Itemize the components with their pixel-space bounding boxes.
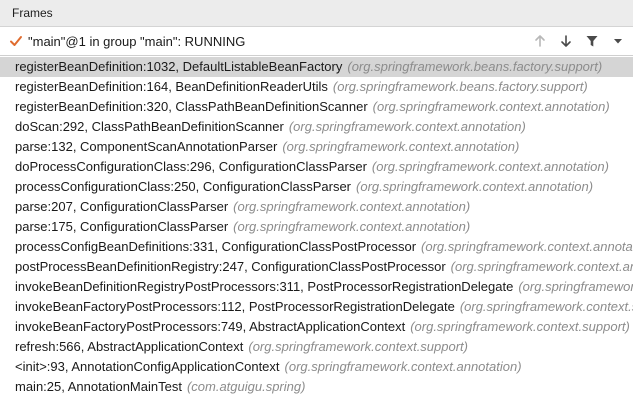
frame-method: main:25, AnnotationMainTest (15, 379, 182, 394)
arrow-up-icon[interactable] (531, 32, 549, 50)
frame-method: invokeBeanFactoryPostProcessors:749, Abs… (15, 319, 406, 334)
frame-row[interactable]: registerBeanDefinition:164, BeanDefiniti… (0, 77, 633, 97)
frame-row[interactable]: registerBeanDefinition:320, ClassPathBea… (0, 97, 633, 117)
frame-method: parse:132, ComponentScanAnnotationParser (15, 139, 278, 154)
frame-method: doScan:292, ClassPathBeanDefinitionScann… (15, 119, 284, 134)
frame-package: (org.springframework.context.annotation) (450, 259, 633, 274)
frame-package: (org.springframework.context.annotation) (372, 99, 610, 114)
frame-method: invokeBeanFactoryPostProcessors:112, Pos… (15, 299, 455, 314)
frame-row[interactable]: doScan:292, ClassPathBeanDefinitionScann… (0, 117, 633, 137)
frame-row[interactable]: invokeBeanDefinitionRegistryPostProcesso… (0, 277, 633, 297)
frame-method: <init>:93, AnnotationConfigApplicationCo… (15, 359, 280, 374)
frame-row[interactable]: parse:207, ConfigurationClassParser (org.… (0, 197, 633, 217)
frame-package: (org.springframework.context.annotation) (288, 119, 526, 134)
frame-row[interactable]: parse:132, ComponentScanAnnotationParser… (0, 137, 633, 157)
frames-panel: Frames "main"@1 in group "main": RUNNING (0, 0, 633, 403)
frame-row[interactable]: invokeBeanFactoryPostProcessors:112, Pos… (0, 297, 633, 317)
frame-method: invokeBeanDefinitionRegistryPostProcesso… (15, 279, 514, 294)
frame-row[interactable]: <init>:93, AnnotationConfigApplicationCo… (0, 357, 633, 377)
frame-row[interactable]: processConfigurationClass:250, Configura… (0, 177, 633, 197)
frame-method: registerBeanDefinition:320, ClassPathBea… (15, 99, 368, 114)
frame-package: (org.springframework.beans.factory.suppo… (347, 59, 603, 74)
arrow-down-icon[interactable] (557, 32, 575, 50)
frame-package: (org.springframework.context.support) (518, 279, 633, 294)
frame-method: processConfigurationClass:250, Configura… (15, 179, 352, 194)
check-icon (9, 34, 23, 48)
frame-method: parse:175, ConfigurationClassParser (15, 219, 229, 234)
frame-row[interactable]: refresh:566, AbstractApplicationContext (… (0, 337, 633, 357)
frame-row[interactable]: invokeBeanFactoryPostProcessors:749, Abs… (0, 317, 633, 337)
frame-package: (org.springframework.context.support) (410, 319, 630, 334)
frame-row[interactable]: parse:175, ConfigurationClassParser (org.… (0, 217, 633, 237)
frame-method: refresh:566, AbstractApplicationContext (15, 339, 244, 354)
frames-list: registerBeanDefinition:1032, DefaultList… (0, 57, 633, 397)
panel-title: Frames (12, 6, 53, 20)
filter-icon[interactable] (583, 32, 601, 50)
frames-toolbar (531, 27, 627, 55)
frame-row[interactable]: postProcessBeanDefinitionRegistry:247, C… (0, 257, 633, 277)
frame-package: (org.springframework.beans.factory.suppo… (332, 79, 588, 94)
frame-row[interactable]: doProcessConfigurationClass:296, Configu… (0, 157, 633, 177)
chevron-down-icon[interactable] (609, 32, 627, 50)
frame-method: registerBeanDefinition:164, BeanDefiniti… (15, 79, 328, 94)
frame-row[interactable]: registerBeanDefinition:1032, DefaultList… (0, 57, 633, 77)
frame-row[interactable]: processConfigBeanDefinitions:331, Config… (0, 237, 633, 257)
frame-package: (org.springframework.context.annotation) (421, 239, 633, 254)
frame-package: (org.springframework.context.annotation) (371, 159, 609, 174)
frame-method: registerBeanDefinition:1032, DefaultList… (15, 59, 343, 74)
frame-package: (org.springframework.context.annotation) (233, 199, 471, 214)
frame-package: (org.springframework.context.annotation) (284, 359, 522, 374)
frame-method: doProcessConfigurationClass:296, Configu… (15, 159, 367, 174)
frame-package: (org.springframework.context.support) (248, 339, 469, 354)
thread-selector[interactable]: "main"@1 in group "main": RUNNING (0, 27, 633, 56)
frame-row[interactable]: main:25, AnnotationMainTest (com.atguigu.… (0, 377, 633, 397)
frame-package: (org.springframework.context.annotation) (282, 139, 520, 154)
thread-label[interactable]: "main"@1 in group "main": RUNNING (28, 34, 245, 49)
frame-package: (org.springframework.context.annotation) (233, 219, 471, 234)
frame-method: parse:207, ConfigurationClassParser (15, 199, 229, 214)
frame-package: (com.atguigu.spring) (186, 379, 306, 394)
frame-package: (org.springframework.context.annotation) (356, 179, 594, 194)
frame-method: postProcessBeanDefinitionRegistry:247, C… (15, 259, 446, 274)
frame-package: (org.springframework.context.support) (459, 299, 633, 314)
frame-method: processConfigBeanDefinitions:331, Config… (15, 239, 417, 254)
frames-panel-header: Frames (0, 0, 633, 27)
